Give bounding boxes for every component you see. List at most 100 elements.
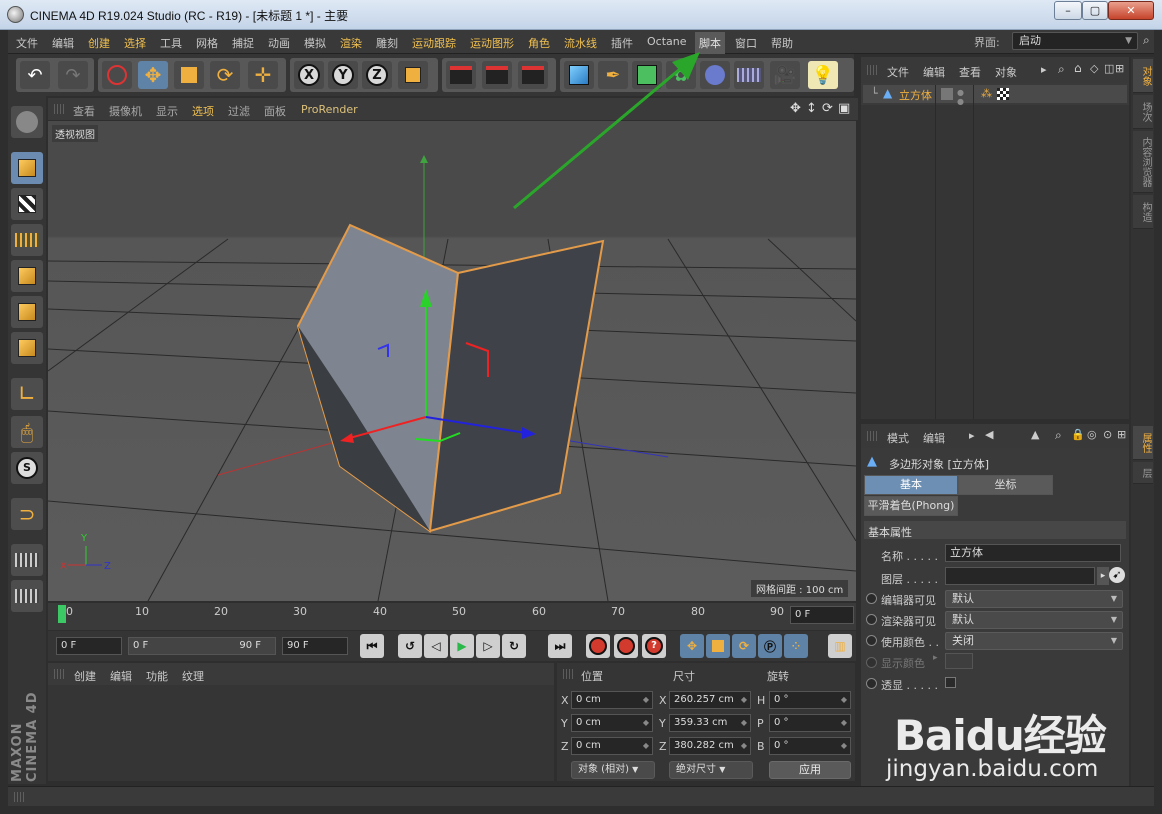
menu-create[interactable]: 创建 <box>88 35 110 51</box>
edges-mode-button[interactable] <box>11 296 43 328</box>
render-view-button[interactable] <box>446 61 476 89</box>
viewport-maximize-icon[interactable]: ▣ <box>838 101 850 116</box>
layer-arrow-icon[interactable]: ▸ <box>1097 567 1109 585</box>
layer-swatch-icon[interactable] <box>941 88 953 100</box>
timeline-ruler[interactable]: 0 10 20 30 40 50 60 70 80 90 <box>48 603 856 630</box>
menu-tools[interactable]: 工具 <box>160 35 182 51</box>
layout-select[interactable]: 启动 ▼ <box>1012 32 1138 50</box>
scroll-icon[interactable]: ◫ <box>1104 62 1114 75</box>
object-list-area[interactable] <box>861 105 1129 419</box>
menu-window[interactable]: 窗口 <box>735 35 757 51</box>
viewport-menu-panel[interactable]: 面板 <box>264 103 286 119</box>
uvw-tag-icon[interactable] <box>997 88 1009 100</box>
settings-icon[interactable]: ⊙ <box>1103 428 1112 441</box>
viewport-menu-cameras[interactable]: 摄像机 <box>109 103 142 119</box>
menu-render[interactable]: 渲染 <box>340 35 362 51</box>
polygons-mode-button[interactable] <box>11 332 43 364</box>
key-parameter-button[interactable]: Ⓟ <box>758 634 782 658</box>
y-axis-lock-button[interactable]: Y <box>328 61 358 89</box>
display-color-radio[interactable] <box>866 657 877 668</box>
size-mode-dropdown[interactable]: 绝对尺寸 ▼ <box>669 761 753 779</box>
material-menu-edit[interactable]: 编辑 <box>110 668 132 684</box>
tab-objects[interactable]: 对象 <box>1133 59 1153 93</box>
size-x-field[interactable]: 260.257 cm ◆ <box>669 691 751 709</box>
home-icon[interactable]: ⌂ <box>1074 61 1082 75</box>
next-frame-button[interactable]: ▷ <box>476 634 500 658</box>
add-camera-button[interactable]: 🎥 <box>770 61 800 89</box>
scale-tool-button[interactable] <box>174 61 204 89</box>
object-menu-objects[interactable]: 对象 <box>995 64 1017 80</box>
coordinate-mode-dropdown[interactable]: 对象 (相对) ▼ <box>571 761 655 779</box>
tab-coordinates[interactable]: 坐标 <box>958 475 1053 495</box>
material-menu-create[interactable]: 创建 <box>74 668 96 684</box>
use-color-dropdown[interactable]: 关闭 ▼ <box>945 632 1123 650</box>
rot-p-field[interactable]: 0 ° ◆ <box>769 714 851 732</box>
viewport-menu-options[interactable]: 选项 <box>192 103 214 119</box>
menu-snap[interactable]: 捕捉 <box>232 35 254 51</box>
locked-workplane-button[interactable] <box>11 544 43 576</box>
previous-frame-button[interactable]: ◁ <box>424 634 448 658</box>
size-z-field[interactable]: 380.282 cm ◆ <box>669 737 751 755</box>
pos-x-field[interactable]: 0 cm ◆ <box>571 691 653 709</box>
material-menu-function[interactable]: 功能 <box>146 668 168 684</box>
viewport-menu-prorender[interactable]: ProRender <box>301 103 358 116</box>
xray-radio[interactable] <box>866 678 877 689</box>
cursor-pick-icon[interactable]: ➹ <box>1109 567 1125 583</box>
texture-mode-button[interactable] <box>11 188 43 220</box>
viewport-move-icon[interactable]: ✥ <box>790 101 801 116</box>
undo-button[interactable]: ↶ <box>20 61 50 89</box>
object-menu-file[interactable]: 文件 <box>887 64 909 80</box>
object-menu-view[interactable]: 查看 <box>959 64 981 80</box>
x-axis-lock-button[interactable]: X <box>294 61 324 89</box>
perspective-viewport[interactable]: Y X Z <box>48 121 856 601</box>
tweak-mode-button[interactable]: 🖱 <box>11 416 43 448</box>
tab-content-browser[interactable]: 内容浏览器 <box>1133 131 1153 193</box>
play-button[interactable]: ▶ <box>450 634 474 658</box>
planar-workplane-button[interactable] <box>11 580 43 612</box>
viewport-scene[interactable]: Y X Z <box>48 121 856 601</box>
maximize-button[interactable]: ▢ <box>1082 1 1108 20</box>
menu-expand-icon[interactable]: ▸ <box>969 429 975 442</box>
viewport-menu-view[interactable]: 查看 <box>73 103 95 119</box>
visibility-dots-icon[interactable]: ● ● <box>957 88 964 106</box>
coordinate-system-button[interactable] <box>398 61 428 89</box>
back-arrow-icon[interactable]: ◀ <box>985 428 993 441</box>
key-position-button[interactable]: ✥ <box>680 634 704 658</box>
model-mode-button[interactable] <box>11 152 43 184</box>
current-frame-field[interactable]: 0 F <box>790 606 854 624</box>
add-floor-button[interactable] <box>734 61 764 89</box>
pos-z-field[interactable]: 0 cm ◆ <box>571 737 653 755</box>
key-rotation-button[interactable]: ⟳ <box>732 634 756 658</box>
key-point-level-button[interactable]: ⁘ <box>784 634 808 658</box>
go-to-start-button[interactable]: ⏮ <box>360 634 384 658</box>
menu-file[interactable]: 文件 <box>16 35 38 51</box>
start-frame-field[interactable]: 0 F <box>56 637 122 655</box>
menu-expand-icon[interactable]: ▸ <box>1041 63 1047 76</box>
timeline-playhead[interactable] <box>58 605 66 623</box>
menu-mesh[interactable]: 网格 <box>196 35 218 51</box>
layer-icon[interactable]: ◇ <box>1090 62 1098 75</box>
menu-sculpt[interactable]: 雕刻 <box>376 35 398 51</box>
tab-phong[interactable]: 平滑着色(Phong) <box>864 496 958 516</box>
display-color-swatch[interactable] <box>945 653 973 669</box>
preview-range-slider[interactable]: 0 F 90 F <box>128 637 276 655</box>
lock-icon[interactable]: 🔒 <box>1071 428 1085 441</box>
object-menu-edit[interactable]: 编辑 <box>923 64 945 80</box>
render-visible-dropdown[interactable]: 默认 ▼ <box>945 611 1123 629</box>
redo-button[interactable]: ↷ <box>58 61 88 89</box>
pos-y-field[interactable]: 0 cm ◆ <box>571 714 653 732</box>
key-scale-button[interactable] <box>706 634 730 658</box>
recent-tool-button[interactable]: ✛ <box>248 61 278 89</box>
close-button[interactable]: ✕ <box>1108 1 1154 20</box>
layer-field[interactable] <box>945 567 1095 585</box>
previous-key-button[interactable]: ↺ <box>398 634 422 658</box>
render-visible-radio[interactable] <box>866 614 877 625</box>
workplane-mode-button[interactable] <box>11 224 43 256</box>
autokey-button[interactable] <box>614 634 638 658</box>
new-panel-icon[interactable]: ⊞ <box>1117 428 1126 441</box>
xray-checkbox[interactable] <box>945 677 956 688</box>
record-keys-button[interactable] <box>586 634 610 658</box>
search-icon[interactable]: ⌕ <box>1143 33 1159 49</box>
apply-button[interactable]: 应用 <box>769 761 851 779</box>
tab-structure[interactable]: 构造 <box>1133 195 1153 229</box>
